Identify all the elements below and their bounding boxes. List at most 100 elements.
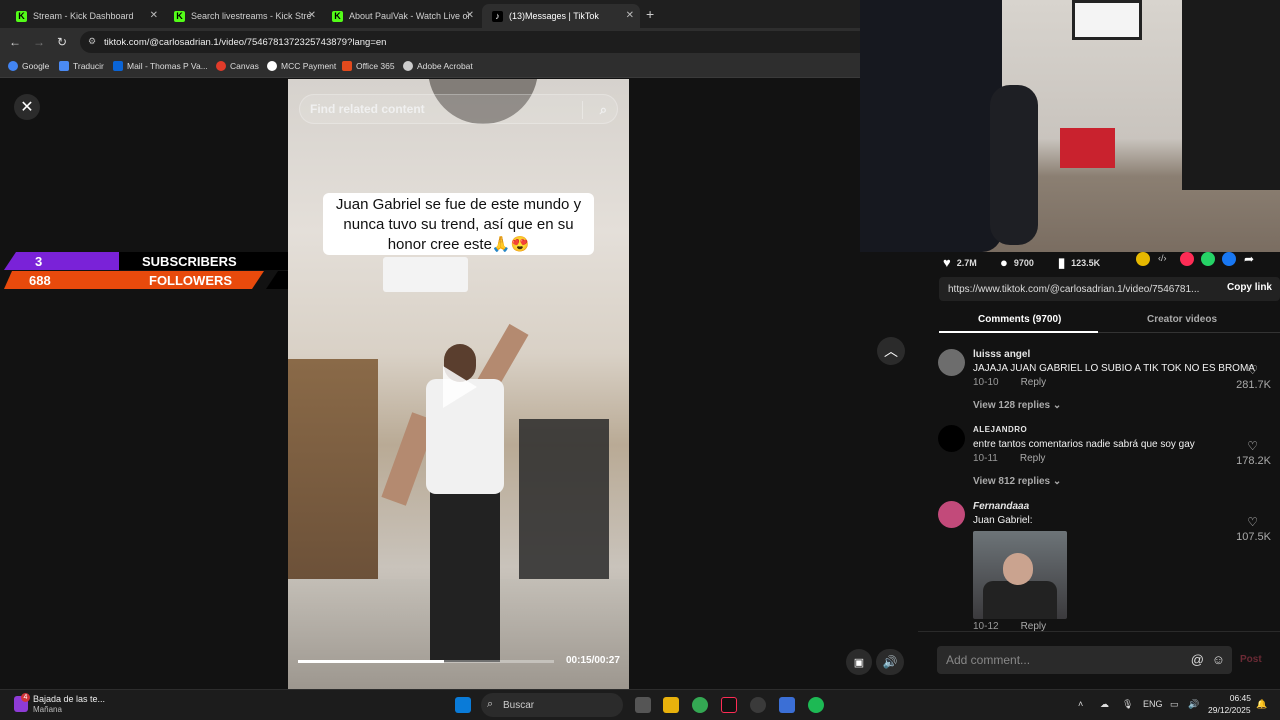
spotify-icon[interactable] xyxy=(808,697,824,713)
avatar[interactable] xyxy=(938,349,965,376)
coin-icon[interactable] xyxy=(1136,252,1150,266)
bookmark-traducir[interactable]: Traducir xyxy=(59,61,104,71)
view-replies-button[interactable]: View 128 replies ⌄ xyxy=(973,400,1061,411)
gif-body xyxy=(983,581,1057,619)
tiktok-icon[interactable] xyxy=(721,697,737,713)
emoji-icon[interactable]: ☺ xyxy=(1212,652,1225,667)
taskbar-search-label: Buscar xyxy=(503,699,535,711)
send-icon[interactable] xyxy=(1180,252,1194,266)
clock-date[interactable]: 29/12/2025 xyxy=(1208,705,1251,715)
whatsapp-icon[interactable] xyxy=(1201,252,1215,266)
close-tab-icon[interactable]: ✕ xyxy=(150,10,158,21)
windows-start-icon[interactable] xyxy=(455,697,471,713)
bookmarks-bar: Google Traducir Mail - Thomas P Va... Ca… xyxy=(0,56,860,78)
comment-date: 10-11 xyxy=(973,453,998,464)
notification-bell-icon[interactable]: 🔔 xyxy=(1256,699,1267,710)
video-time: 00:15/00:27 xyxy=(566,655,620,666)
play-icon[interactable] xyxy=(443,366,477,408)
save-action[interactable]: ▮ 123.5K xyxy=(1058,255,1100,271)
microphone-icon[interactable]: 🎙 xyxy=(1122,699,1133,710)
red-box xyxy=(1060,128,1115,168)
chevron-down-icon: ⌄ xyxy=(1052,400,1062,411)
tab-paulvak[interactable]: K About PaulVak - Watch Live on ✕ xyxy=(322,4,480,28)
address-bar[interactable]: ⚙ tiktok.com/@carlosadrian.1/video/75467… xyxy=(80,31,860,53)
tab-kick-dashboard[interactable]: K Stream - Kick Dashboard ✕ xyxy=(6,4,164,28)
tab-comments[interactable]: Comments (9700) xyxy=(978,314,1061,325)
close-tab-icon[interactable]: ✕ xyxy=(308,10,316,21)
bookmark-office365[interactable]: Office 365 xyxy=(342,61,395,71)
obs-icon[interactable] xyxy=(750,697,766,713)
reload-icon[interactable]: ↻ xyxy=(57,35,67,49)
tab-tiktok-messages[interactable]: ♪ (13)Messages | TikTok ✕ xyxy=(482,4,640,28)
display-shelf xyxy=(1182,0,1280,190)
reply-button[interactable]: Reply xyxy=(1020,453,1046,464)
clock-time[interactable]: 06:45 xyxy=(1209,693,1251,703)
bookmark-google[interactable]: Google xyxy=(8,61,49,71)
share-url-box[interactable]: https://www.tiktok.com/@carlosadrian.1/v… xyxy=(939,277,1280,301)
back-icon[interactable]: ← xyxy=(9,35,21,49)
cloud-icon[interactable]: ☁ xyxy=(1100,699,1109,710)
chrome-icon[interactable] xyxy=(692,697,708,713)
picture-in-picture-button[interactable]: ▣ xyxy=(846,649,872,675)
comment-username[interactable]: luisss angel xyxy=(973,349,1030,360)
task-view-icon[interactable] xyxy=(635,697,651,713)
site-info-icon[interactable]: ⚙ xyxy=(88,36,96,47)
discord-icon[interactable] xyxy=(779,697,795,713)
add-comment-input[interactable]: Add comment... @ ☺ xyxy=(937,646,1232,674)
bookmark-canvas[interactable]: Canvas xyxy=(216,61,259,71)
find-related-search[interactable]: Find related content ⌕ xyxy=(299,94,618,124)
view-replies-button[interactable]: View 812 replies ⌄ xyxy=(973,476,1061,487)
notification-title[interactable]: Bajada de las te... xyxy=(33,694,105,704)
display-icon[interactable]: ▭ xyxy=(1170,699,1179,710)
bookmark-mcc-payment[interactable]: MCC Payment xyxy=(267,61,336,71)
file-explorer-icon[interactable] xyxy=(663,697,679,713)
comment-gif[interactable] xyxy=(973,531,1067,619)
volume-button[interactable]: 🔊 xyxy=(876,649,904,675)
facebook-icon[interactable] xyxy=(1222,252,1236,266)
heart-outline-icon[interactable]: ♡ xyxy=(1247,363,1258,377)
speaker-icon[interactable]: 🔊 xyxy=(1188,699,1199,710)
comment-username[interactable]: Fernandaaa xyxy=(973,501,1029,512)
heart-outline-icon[interactable]: ♡ xyxy=(1247,515,1258,529)
comment-date: 10-10 xyxy=(973,377,999,388)
comment-meta: 10-10 Reply xyxy=(973,377,1046,388)
like-action[interactable]: ♥ 2.7M xyxy=(943,255,977,270)
tab-kick-search[interactable]: K Search livestreams - Kick Stream ✕ xyxy=(164,4,322,28)
avatar[interactable] xyxy=(938,425,965,452)
new-tab-button[interactable]: + xyxy=(646,6,654,22)
translate-icon xyxy=(59,61,69,71)
windows-taskbar: 4 Bajada de las te... Mañana ⌕ Buscar ˄ … xyxy=(0,689,1280,720)
language-indicator[interactable]: ENG xyxy=(1143,699,1163,709)
tab-creator-videos[interactable]: Creator videos xyxy=(1147,314,1217,325)
comments-count: 9700 xyxy=(1013,257,1034,268)
close-tab-icon[interactable]: ✕ xyxy=(626,10,634,21)
comment-action[interactable]: ● 9700 xyxy=(1000,255,1034,270)
bookmark-adobe-acrobat[interactable]: Adobe Acrobat xyxy=(403,61,473,71)
volume-icon: 🔊 xyxy=(882,655,898,669)
heart-outline-icon[interactable]: ♡ xyxy=(1247,439,1258,453)
close-video-button[interactable]: ✕ xyxy=(14,94,40,120)
avatar[interactable] xyxy=(938,501,965,528)
search-icon[interactable]: ⌕ xyxy=(600,102,607,118)
streamer-shirt xyxy=(860,0,1002,252)
video-progress-bar[interactable] xyxy=(298,660,554,663)
forward-icon[interactable]: → xyxy=(33,35,45,49)
comment-username[interactable]: ALEJANDRO xyxy=(973,425,1027,434)
share-icon[interactable]: ➦ xyxy=(1244,252,1254,266)
wall-picture xyxy=(1072,0,1142,40)
embed-icon[interactable]: ‹/› xyxy=(1158,253,1167,263)
post-button[interactable]: Post xyxy=(1240,654,1262,665)
previous-video-button[interactable]: ︿ xyxy=(877,337,905,365)
chevron-up-icon: ︿ xyxy=(884,343,898,359)
subscribers-label: SUBSCRIBERS xyxy=(142,254,237,269)
comment-text: entre tantos comentarios nadie sabrá que… xyxy=(973,439,1195,450)
mention-icon[interactable]: @ xyxy=(1191,652,1204,667)
comments-panel: ♥ 2.7M ● 9700 ▮ 123.5K ‹/› ➦ https://www.ti… xyxy=(918,252,1280,689)
bookmark-mail[interactable]: Mail - Thomas P Va... xyxy=(113,61,208,71)
close-tab-icon[interactable]: ✕ xyxy=(466,10,474,21)
chevron-up-icon[interactable]: ˄ xyxy=(1078,699,1083,709)
taskbar-search[interactable]: ⌕ Buscar xyxy=(481,693,623,717)
reply-button[interactable]: Reply xyxy=(1021,377,1047,388)
comment-box-divider xyxy=(918,631,1280,632)
copy-link-button[interactable]: Copy link xyxy=(1227,282,1272,293)
